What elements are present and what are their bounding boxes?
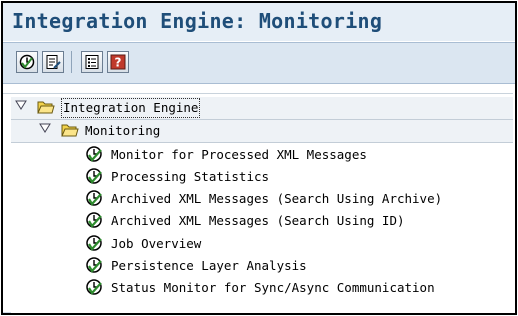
tree-node-integration-engine[interactable]: Integration Engine <box>11 97 513 119</box>
tree-item-monitor-processed-xml[interactable]: Monitor for Processed XML Messages <box>11 144 513 166</box>
execute-clock-icon <box>86 279 102 295</box>
tree-item-status-monitor-sync-async[interactable]: Status Monitor for Sync/Async Communicat… <box>11 277 513 299</box>
tree-node-label: Integration Engine <box>61 98 201 118</box>
tree-item-archived-search-archive[interactable]: Archived XML Messages (Search Using Arch… <box>11 188 513 210</box>
svg-text:?: ? <box>115 56 122 70</box>
collapse-triangle-icon[interactable] <box>39 123 51 136</box>
tree-item-label: Archived XML Messages (Search Using ID) <box>111 213 405 228</box>
folder-open-icon <box>37 101 55 114</box>
execute-clock-icon <box>86 257 102 273</box>
tree-item-label: Monitor for Processed XML Messages <box>111 147 367 162</box>
tree-item-label: Archived XML Messages (Search Using Arch… <box>111 191 443 206</box>
title-bar: Integration Engine: Monitoring <box>3 3 515 41</box>
tree-item-processing-statistics[interactable]: Processing Statistics <box>11 166 513 188</box>
tree-item-archived-search-id[interactable]: Archived XML Messages (Search Using ID) <box>11 210 513 232</box>
execute-clock-icon <box>86 235 102 251</box>
document-edit-icon <box>46 55 61 69</box>
tree-item-job-overview[interactable]: Job Overview <box>11 233 513 255</box>
execute-clock-icon <box>86 146 102 162</box>
execute-button[interactable] <box>16 51 38 73</box>
page-title: Integration Engine: Monitoring <box>12 9 383 33</box>
app-window: Integration Engine: Monitoring ? Integra… <box>1 1 517 315</box>
help-icon: ? <box>110 54 126 70</box>
tree-node-monitoring[interactable]: Monitoring <box>11 120 513 142</box>
toolbar-separator <box>71 51 72 73</box>
execute-clock-icon <box>86 190 102 206</box>
help-button[interactable]: ? <box>107 51 129 73</box>
collapse-triangle-icon[interactable] <box>15 100 27 113</box>
tree-item-label: Persistence Layer Analysis <box>111 258 307 273</box>
execute-clock-icon <box>86 168 102 184</box>
tree-item-persistence-layer[interactable]: Persistence Layer Analysis <box>11 255 513 277</box>
details-button[interactable] <box>81 51 103 73</box>
application-toolbar: ? <box>3 42 515 84</box>
execute-clock-icon <box>19 54 35 70</box>
row-divider <box>11 142 513 143</box>
tree-item-label: Status Monitor for Sync/Async Communicat… <box>111 280 435 295</box>
edit-variant-button[interactable] <box>42 51 64 73</box>
execute-clock-icon <box>86 212 102 228</box>
navigation-tree: Integration Engine Monitoring Monitor fo… <box>3 93 513 312</box>
tree-node-label: Monitoring <box>85 123 161 138</box>
folder-open-icon <box>61 124 79 137</box>
tree-item-label: Processing Statistics <box>111 169 270 184</box>
list-detail-icon <box>85 55 99 69</box>
tree-item-label: Job Overview <box>111 236 202 251</box>
